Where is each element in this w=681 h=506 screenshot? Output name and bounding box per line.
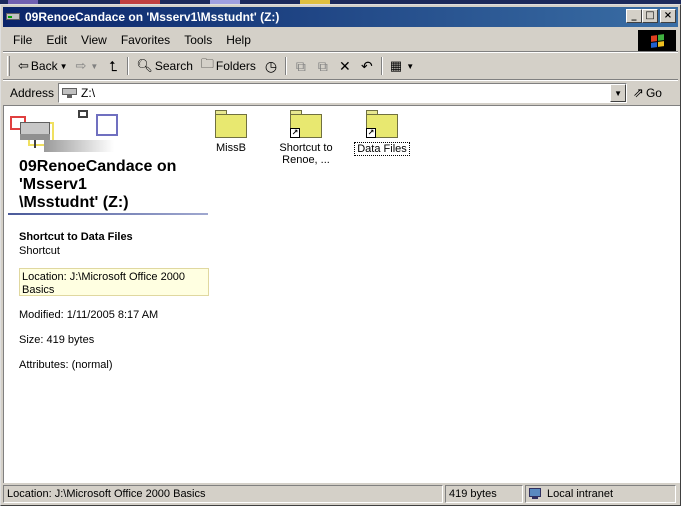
file-label: Data Files xyxy=(354,142,410,156)
undo-button[interactable]: ↶ xyxy=(356,55,378,77)
status-zone: Local intranet xyxy=(525,485,676,503)
status-location: Location: J:\Microsoft Office 2000 Basic… xyxy=(3,485,443,503)
menu-help[interactable]: Help xyxy=(219,33,258,47)
windows-logo-icon xyxy=(638,30,676,51)
standard-toolbar: ⇦ Back ▼ ⇨ ▼ ⮤ 🔍︎ Search 🗀 Folders ◷ ⧉ ⧉ xyxy=(3,54,678,78)
folder-icon xyxy=(215,110,247,138)
folder-title: 09RenoeCandace on 'Msserv1 \Msstudnt' (Z… xyxy=(19,158,177,211)
file-label: Shortcut to Renoe, ... xyxy=(279,142,333,166)
minimize-button[interactable]: _ xyxy=(626,9,642,23)
menu-view[interactable]: View xyxy=(74,33,114,47)
folder-shortcut-icon: ↗ xyxy=(290,110,322,138)
intranet-icon xyxy=(529,488,543,500)
maximize-icon: □ xyxy=(645,10,655,21)
address-label: Address xyxy=(10,86,55,100)
undo-icon: ↶ xyxy=(361,57,373,74)
forward-button[interactable]: ⇨ ▼ xyxy=(72,55,103,77)
address-value[interactable]: Z:\ xyxy=(81,86,95,100)
move-to-button[interactable]: ⧉ xyxy=(290,55,312,77)
forward-arrow-icon: ⇨ xyxy=(75,58,87,73)
title-bar[interactable]: 09RenoeCandace on 'Msserv1\Msstudnt' (Z:… xyxy=(3,7,678,27)
explorer-window: 09RenoeCandace on 'Msserv1\Msstudnt' (Z:… xyxy=(0,4,681,506)
views-icon: ▦ xyxy=(389,58,403,73)
folder-shortcut-icon: ↗ xyxy=(366,110,398,138)
file-item-missb[interactable]: MissB xyxy=(196,110,266,154)
folder-view[interactable]: 09RenoeCandace on 'Msserv1 \Msstudnt' (Z… xyxy=(3,105,680,483)
address-dropdown-button[interactable]: ▼ xyxy=(610,84,627,102)
menu-file[interactable]: File xyxy=(3,33,39,47)
network-drive-icon xyxy=(62,87,78,99)
go-arrow-icon: ⇗ xyxy=(633,85,644,100)
delete-icon: ✕ xyxy=(339,57,351,74)
file-item-shortcut-renoe[interactable]: ↗ Shortcut to Renoe, ... xyxy=(271,110,341,166)
chevron-down-icon[interactable]: ▼ xyxy=(406,62,414,71)
folders-button[interactable]: 🗀 Folders xyxy=(197,55,260,77)
menu-favorites[interactable]: Favorites xyxy=(114,33,177,47)
history-icon: ◷ xyxy=(264,57,278,74)
selected-item-location: Location: J:\Microsoft Office 2000 Basic… xyxy=(19,268,209,296)
folder-banner-graphic xyxy=(8,110,128,156)
delete-button[interactable]: ✕ xyxy=(334,55,356,77)
minimize-icon: _ xyxy=(631,10,637,21)
search-button[interactable]: 🔍︎ Search xyxy=(132,55,197,77)
folders-icon: 🗀 xyxy=(200,56,214,71)
history-button[interactable]: ◷ xyxy=(260,55,282,77)
caption-buttons: _ □ × xyxy=(626,9,676,23)
title-divider xyxy=(8,213,208,215)
maximize-button[interactable]: □ xyxy=(642,9,658,23)
address-bar: Address Z:\ ▼ ⇗ Go xyxy=(3,82,678,104)
close-icon: × xyxy=(663,10,673,21)
toolbar-separator xyxy=(127,57,130,75)
menu-separator xyxy=(3,51,678,53)
window-title: 09RenoeCandace on 'Msserv1\Msstudnt' (Z:… xyxy=(25,10,280,24)
up-folder-button[interactable]: ⮤ xyxy=(102,55,124,77)
chevron-down-icon: ▼ xyxy=(614,88,622,98)
file-item-data-files[interactable]: ↗ Data Files xyxy=(347,110,417,156)
up-folder-icon: ⮤ xyxy=(109,57,118,74)
go-button[interactable]: ⇗ Go xyxy=(633,85,662,101)
move-to-icon: ⧉ xyxy=(295,57,306,74)
file-label: MissB xyxy=(216,142,246,154)
menu-bar: File Edit View Favorites Tools Help xyxy=(3,29,678,51)
selected-item-attributes: Attributes: (normal) xyxy=(19,359,113,371)
menu-edit[interactable]: Edit xyxy=(39,33,74,47)
back-button[interactable]: ⇦ Back ▼ xyxy=(14,55,72,77)
selected-item-size: Size: 419 bytes xyxy=(19,334,95,346)
copy-to-icon: ⧉ xyxy=(317,57,328,74)
chevron-down-icon[interactable]: ▼ xyxy=(90,62,98,71)
status-size: 419 bytes xyxy=(445,485,523,503)
back-arrow-icon: ⇦ xyxy=(18,58,29,73)
chevron-down-icon[interactable]: ▼ xyxy=(60,62,68,71)
toolbar-separator xyxy=(380,57,383,75)
search-label: Search xyxy=(154,59,193,73)
go-label: Go xyxy=(645,86,662,100)
network-drive-icon xyxy=(5,10,21,24)
address-input[interactable]: Z:\ ▼ xyxy=(58,83,628,103)
copy-to-button[interactable]: ⧉ xyxy=(312,55,334,77)
toolbar-grip[interactable] xyxy=(7,56,10,76)
close-button[interactable]: × xyxy=(660,9,676,23)
selected-item-modified: Modified: 1/11/2005 8:17 AM xyxy=(19,309,159,321)
status-bar: Location: J:\Microsoft Office 2000 Basic… xyxy=(3,485,678,503)
toolbar-separator xyxy=(3,79,678,81)
menu-tools[interactable]: Tools xyxy=(177,33,219,47)
views-button[interactable]: ▦ ▼ xyxy=(386,55,418,77)
search-icon: 🔍︎ xyxy=(136,58,153,73)
back-label: Back xyxy=(30,59,58,73)
toolbar-separator xyxy=(284,57,287,75)
selected-item-type: Shortcut xyxy=(19,245,60,257)
selected-item-name: Shortcut to Data Files xyxy=(19,231,133,243)
folders-label: Folders xyxy=(215,59,256,73)
